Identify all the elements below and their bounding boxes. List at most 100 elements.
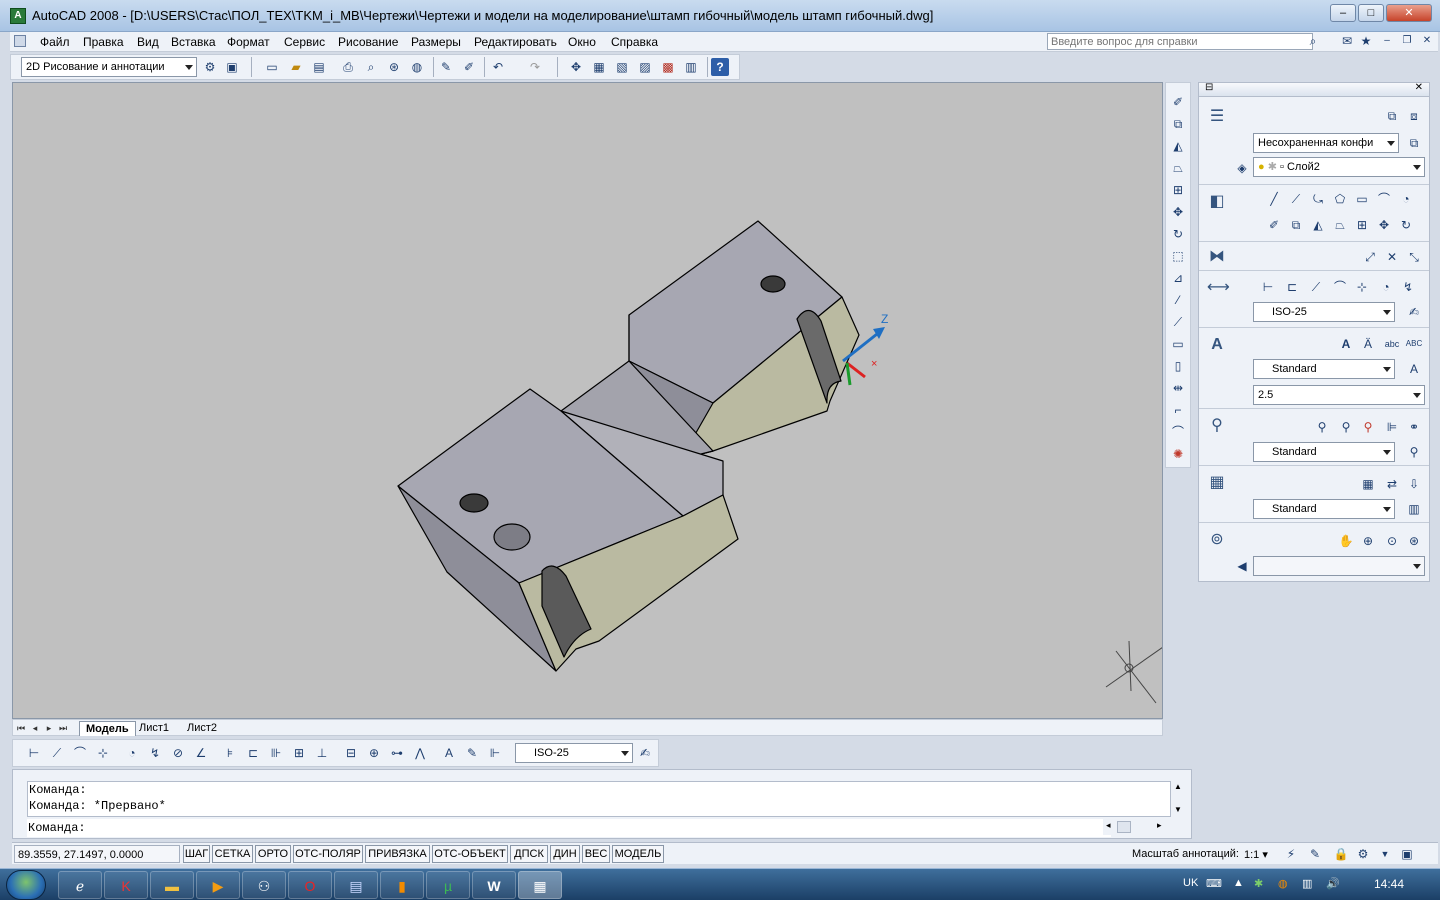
menu-tools[interactable]: Сервис	[284, 35, 325, 49]
make-current-layer-icon[interactable]: ◈	[1233, 159, 1251, 177]
menu-help[interactable]: Справка	[611, 35, 658, 49]
snap-button[interactable]: ШАГ	[183, 845, 210, 863]
linear-dim-icon[interactable]: ⊢	[25, 744, 43, 762]
break-point-icon[interactable]: ▭	[1169, 335, 1187, 353]
text-style-icon[interactable]: A	[1405, 360, 1423, 378]
doc-close-button[interactable]: ✕	[1418, 32, 1436, 50]
panel-dim-style-icon[interactable]: ✍	[1405, 303, 1423, 321]
document-icon[interactable]	[14, 35, 26, 47]
layer-select[interactable]: ● ✱ ▫ Слой2	[1253, 157, 1425, 177]
internet-explorer-icon[interactable]: ℯ	[58, 871, 102, 899]
panel-aligned-dim-icon[interactable]: ⟋	[1307, 278, 1325, 296]
navigation-panel-icon[interactable]: ⊚	[1207, 530, 1227, 550]
menu-modify[interactable]: Редактировать	[474, 35, 557, 49]
edit-attribute-icon[interactable]: ⤡	[1405, 248, 1423, 266]
trim-icon[interactable]: ⁄	[1169, 291, 1187, 309]
save-icon[interactable]: ▤	[310, 58, 328, 76]
join-icon[interactable]: ⇹	[1169, 379, 1187, 397]
doc-restore-button[interactable]: ❐	[1398, 32, 1416, 50]
autocad-taskbar-icon[interactable]: ▦	[518, 871, 562, 899]
block-editor-icon[interactable]: ✐	[460, 58, 478, 76]
arc-icon[interactable]: ⌒	[1375, 190, 1393, 208]
single-line-text-icon[interactable]: Ä	[1359, 335, 1377, 353]
table-style-select[interactable]: Standard	[1253, 499, 1395, 519]
ordinate-dim-icon[interactable]: ⊹	[94, 744, 112, 762]
communication-icon[interactable]: ✉	[1338, 32, 1356, 50]
menu-file[interactable]: Файл	[40, 35, 70, 49]
properties-icon[interactable]: ▦	[590, 58, 608, 76]
dim-text-edit-icon[interactable]: ✎	[463, 744, 481, 762]
erase-icon[interactable]: ✐	[1169, 93, 1187, 111]
explode-icon[interactable]: ✺	[1169, 445, 1187, 463]
palette-header[interactable]: ⊟ ✕	[1199, 82, 1429, 97]
copy-panel-icon[interactable]: ⧉	[1287, 216, 1305, 234]
array-icon[interactable]: ⊞	[1169, 181, 1187, 199]
doc-minimize-button[interactable]: –	[1378, 32, 1396, 50]
ducs-button[interactable]: ДПСК	[510, 845, 548, 863]
grid-button[interactable]: СЕТКА	[212, 845, 253, 863]
layer-state-select[interactable]: Несохраненная конфи	[1253, 133, 1399, 153]
publish-web-icon[interactable]: ◍	[408, 58, 426, 76]
stretch-icon[interactable]: ⊿	[1169, 269, 1187, 287]
annotation-scale-select[interactable]: 1:1 ▾	[1244, 848, 1268, 861]
pan-nav-icon[interactable]: ✋	[1337, 532, 1355, 550]
workspace-settings-icon[interactable]: ⚙	[201, 58, 219, 76]
polar-button[interactable]: ОТС-ПОЛЯР	[293, 845, 363, 863]
polygon-icon[interactable]: ⬠	[1331, 190, 1349, 208]
offset-panel-icon[interactable]: ⏢	[1331, 216, 1349, 234]
scale-icon[interactable]: ⬚	[1169, 247, 1187, 265]
zoom-realtime-icon[interactable]: ⊕	[1359, 532, 1377, 550]
create-block-icon[interactable]: ✕	[1383, 248, 1401, 266]
menu-draw[interactable]: Рисование	[338, 35, 398, 49]
add-leader-icon[interactable]: ⚲	[1337, 418, 1355, 436]
palette-collapse-icon[interactable]: ⊟	[1205, 82, 1213, 93]
find-text-icon[interactable]: abc	[1383, 335, 1401, 353]
tab-first-icon[interactable]: ⏮	[16, 722, 26, 734]
network-icon[interactable]: ⚇	[242, 871, 286, 899]
data-link-icon[interactable]: ⇄	[1383, 475, 1401, 493]
continue-dim-icon[interactable]: ⊪	[267, 744, 285, 762]
download-table-icon[interactable]: ⇩	[1405, 475, 1423, 493]
dim-space-icon[interactable]: ⊞	[290, 744, 308, 762]
baseline-dim-icon[interactable]: ⊏	[244, 744, 262, 762]
undo-icon[interactable]: ↶	[489, 58, 507, 76]
calculator-icon[interactable]: ▥	[682, 58, 700, 76]
layer-state-manager-icon[interactable]: ⧉	[1405, 134, 1423, 152]
tool-palettes-icon[interactable]: ▨	[636, 58, 654, 76]
aligned-dim-icon[interactable]: ⟋	[48, 744, 66, 762]
start-button[interactable]	[6, 870, 46, 900]
scroll-left-icon[interactable]: ◂	[1106, 820, 1111, 831]
tab-last-icon[interactable]: ⏭	[58, 722, 68, 734]
sheet-set-icon[interactable]: ▩	[659, 58, 677, 76]
command-hscroll[interactable]: ◂ ▸	[1103, 819, 1169, 835]
dyn-button[interactable]: ДИН	[550, 845, 580, 863]
multiline-text-icon[interactable]: A	[1337, 335, 1355, 353]
rotate-panel-icon[interactable]: ↻	[1397, 216, 1415, 234]
circle-icon[interactable]: ◔	[1397, 190, 1415, 208]
design-center-icon[interactable]: ▧	[613, 58, 631, 76]
close-button[interactable]: ✕	[1386, 4, 1432, 22]
show-hidden-icons[interactable]: ▲	[1233, 877, 1244, 889]
angular-dim-icon[interactable]: ∠	[192, 744, 210, 762]
multileader-icon[interactable]: ⚲	[1313, 418, 1331, 436]
quick-dim-icon[interactable]: ⊧	[221, 744, 239, 762]
menu-window[interactable]: Окно	[568, 35, 596, 49]
model-button[interactable]: МОДЕЛЬ	[612, 845, 664, 863]
chrome-tray-icon[interactable]: ◍	[1278, 877, 1288, 890]
scroll-right-icon[interactable]: ▸	[1157, 820, 1162, 831]
radius-dim-icon[interactable]: ◔	[123, 744, 141, 762]
rectangle-icon[interactable]: ▭	[1353, 190, 1371, 208]
move-icon[interactable]: ✥	[1169, 203, 1187, 221]
mleader-style-icon[interactable]: ⚲	[1405, 443, 1423, 461]
otrack-button[interactable]: ОТС-ОБЪЕКТ	[432, 845, 508, 863]
panel-arc-dim-icon[interactable]: ⌒	[1331, 278, 1349, 296]
panel-radius-dim-icon[interactable]: ◔	[1377, 278, 1395, 296]
menu-edit[interactable]: Правка	[83, 35, 124, 49]
tolerance-icon[interactable]: ⊟	[342, 744, 360, 762]
volume-icon[interactable]: 🔊	[1326, 877, 1340, 890]
zoom-previous-icon[interactable]: ⊛	[1405, 532, 1423, 550]
mirror-icon[interactable]: ◭	[1169, 137, 1187, 155]
spell-check-icon[interactable]: ABC	[1405, 335, 1423, 353]
minimize-button[interactable]: –	[1330, 4, 1356, 22]
named-view-select[interactable]	[1253, 556, 1425, 576]
